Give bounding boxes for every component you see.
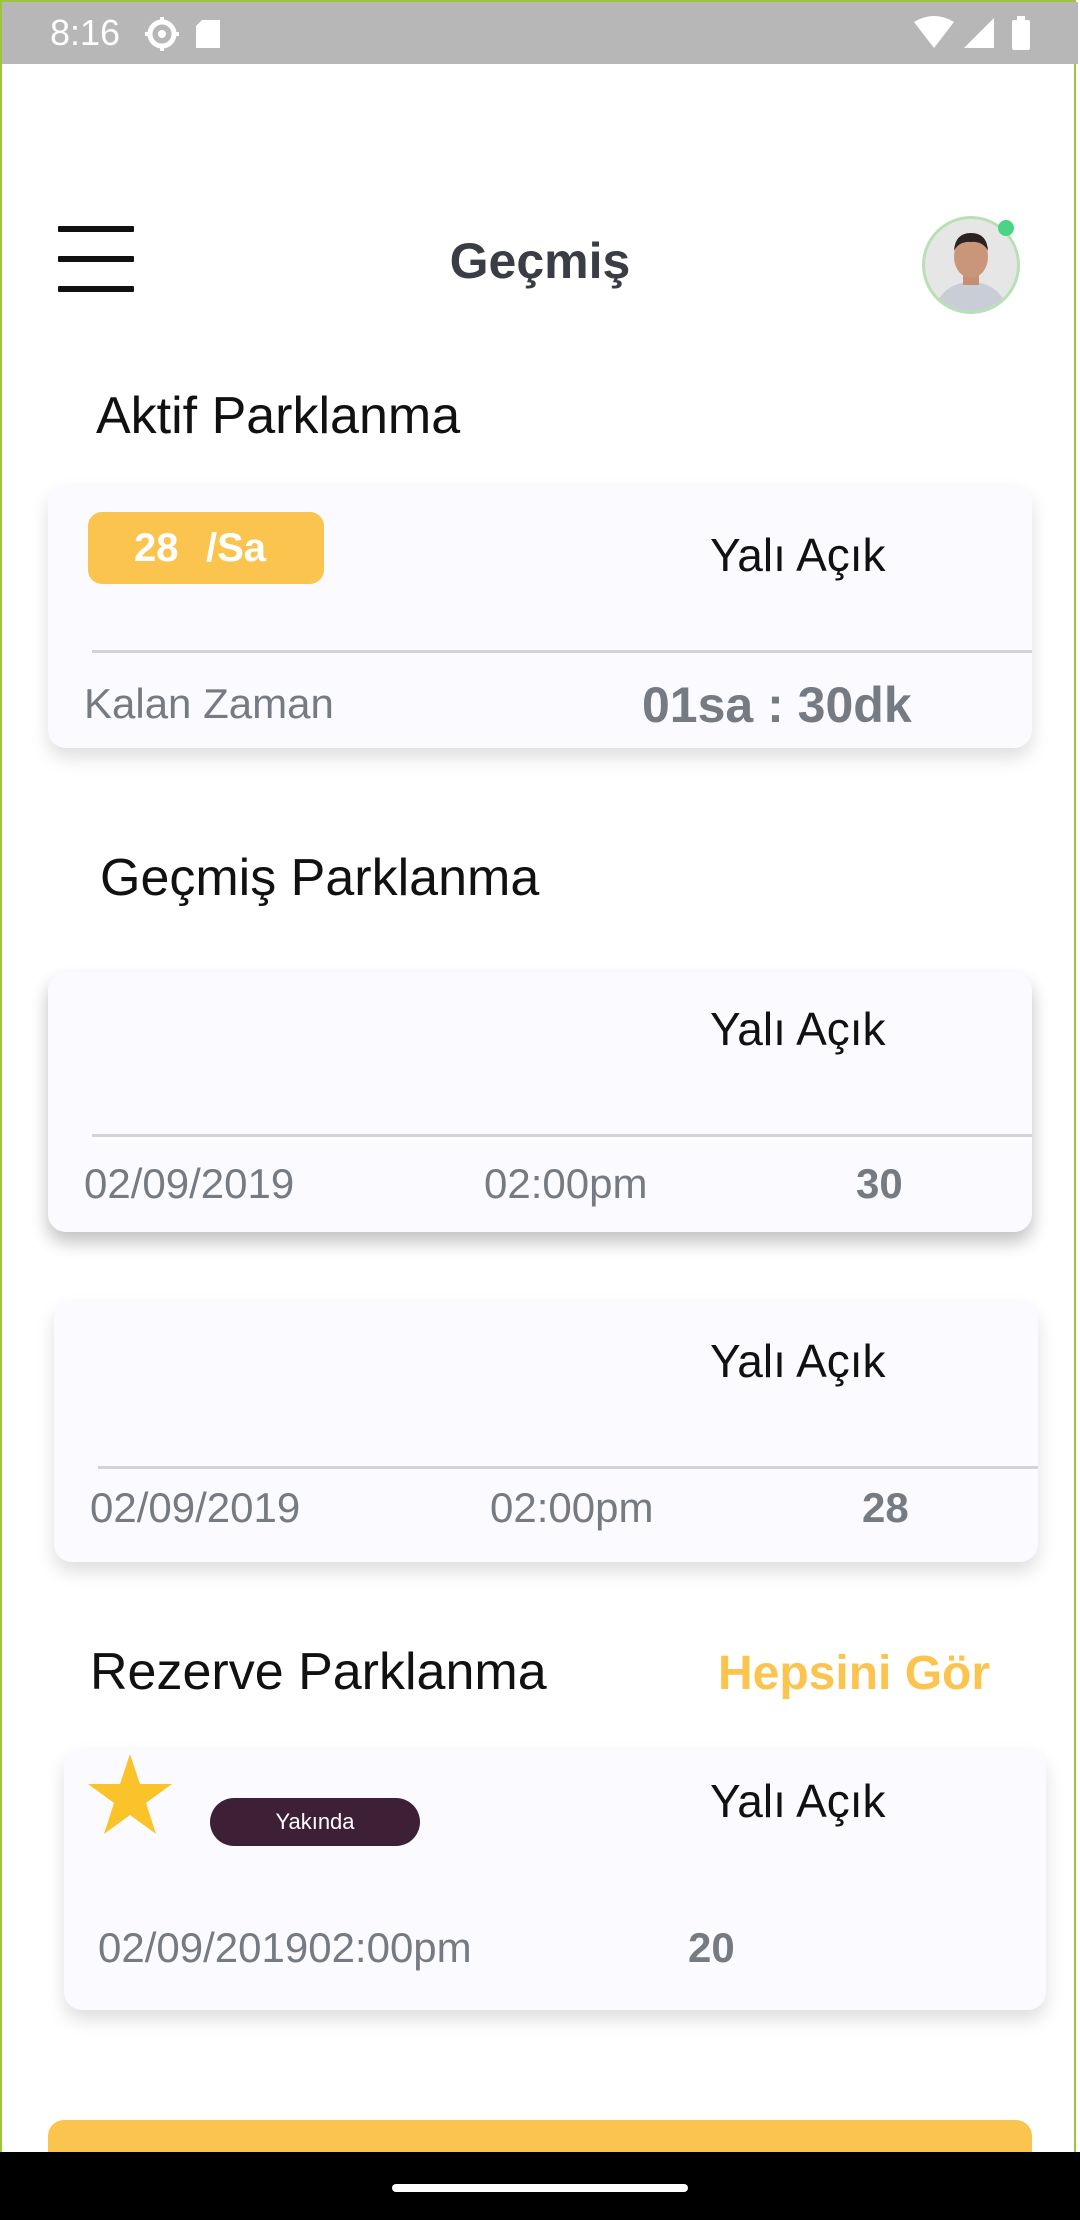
rate-badge: 28 /Sa (88, 512, 324, 584)
place-name: Yalı Açık (710, 529, 886, 581)
star-icon[interactable] (88, 1752, 172, 1836)
rate-unit: /Sa (206, 526, 267, 570)
place-name: Yalı Açık (710, 1003, 886, 1055)
signal-icon (964, 18, 994, 48)
card-divider (92, 650, 1032, 653)
reserve-card[interactable]: Yakında Yalı Açık 02/09/201902:00pm 20 (64, 1748, 1046, 2010)
remaining-time: 01sa : 30dk (642, 677, 912, 733)
history-card[interactable]: Yalı Açık 02/09/2019 02:00pm 28 (54, 1300, 1038, 1562)
history-time: 02:00pm (490, 1484, 654, 1531)
reserve-amount: 20 (688, 1924, 735, 1971)
remaining-label: Kalan Zaman (84, 680, 334, 727)
history-date: 02/09/2019 (90, 1484, 301, 1531)
history-amount: 28 (862, 1484, 909, 1531)
history-time: 02:00pm (484, 1160, 648, 1207)
status-time: 8:16 (50, 12, 121, 53)
card-divider (98, 1466, 1038, 1469)
place-name: Yalı Açık (710, 1775, 886, 1827)
status-badge: Yakında (210, 1798, 420, 1846)
card-divider (92, 1134, 1032, 1137)
online-indicator (998, 220, 1014, 236)
history-card[interactable]: Yalı Açık 02/09/2019 02:00pm 30 (48, 972, 1032, 1232)
page-title: Geçmiş (449, 233, 631, 289)
wifi-icon (914, 16, 954, 48)
reserve-datetime: 02/09/201902:00pm (98, 1924, 472, 1971)
reserve-section-title: Rezerve Parklanma (90, 1643, 547, 1701)
place-name: Yalı Açık (710, 1335, 886, 1387)
history-date: 02/09/2019 (84, 1160, 295, 1207)
battery-icon (1012, 20, 1030, 50)
rate-value: 28 (134, 526, 179, 570)
active-section-title: Aktif Parklanma (96, 387, 461, 445)
sd-card-icon (196, 20, 220, 48)
active-parking-card[interactable]: 28 /Sa Yalı Açık Kalan Zaman 01sa : 30dk (48, 484, 1032, 748)
settings-icon (145, 17, 179, 51)
history-amount: 30 (856, 1160, 903, 1207)
home-indicator[interactable] (392, 2184, 688, 2192)
status-bar: 8:16 (2, 2, 1078, 64)
see-all-link[interactable]: Hepsini Gör (718, 1646, 990, 1701)
status-icons-right (914, 14, 1044, 59)
history-section-title: Geçmiş Parklanma (100, 849, 540, 907)
status-icons-left (142, 14, 232, 59)
